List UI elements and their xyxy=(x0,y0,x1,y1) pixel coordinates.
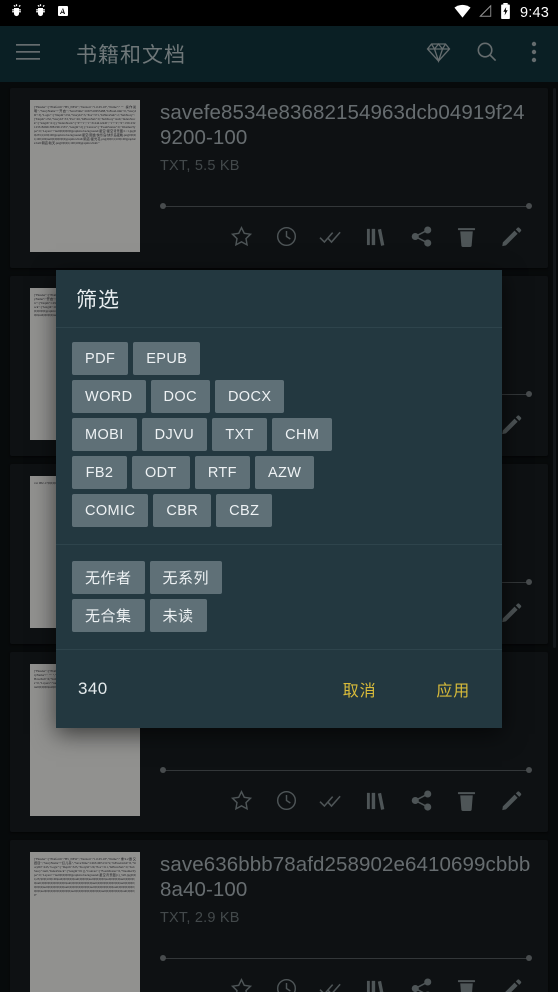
filter-chip-comic[interactable]: COMIC xyxy=(72,494,149,527)
filter-dialog: 筛选 PDF EPUB WORD DOC DOCX MOBI DJVU TXT … xyxy=(56,270,502,728)
filter-chip-azw[interactable]: AZW xyxy=(254,456,315,489)
filter-chip-mobi[interactable]: MOBI xyxy=(72,418,137,451)
filter-chip-rtf[interactable]: RTF xyxy=(194,456,250,489)
format-filter-section: PDF EPUB WORD DOC DOCX MOBI DJVU TXT CHM… xyxy=(56,328,502,545)
bug-icon xyxy=(9,3,24,23)
app-screen: 9:43 书籍和文档 ["Header":{"Platform":"H5_NEW… xyxy=(0,0,558,992)
format-row: COMIC CBR CBZ xyxy=(72,494,486,527)
filter-chip-unread[interactable]: 未读 xyxy=(149,599,207,632)
filter-chip-docx[interactable]: DOCX xyxy=(214,380,285,413)
wifi-icon xyxy=(454,4,471,23)
status-bar-system: 9:43 xyxy=(454,2,549,24)
filter-chip-pdf[interactable]: PDF xyxy=(72,342,129,375)
filter-chip-fb2[interactable]: FB2 xyxy=(72,456,127,489)
filter-chip-cbz[interactable]: CBZ xyxy=(216,494,273,527)
status-bar-clock: 9:43 xyxy=(519,5,549,21)
format-row: MOBI DJVU TXT CHM xyxy=(72,418,486,451)
filter-chip-cbr[interactable]: CBR xyxy=(153,494,212,527)
dialog-header: 筛选 xyxy=(56,270,502,328)
dialog-footer: 340 取消 应用 xyxy=(56,650,502,728)
format-row: PDF EPUB xyxy=(72,342,486,375)
a-box-icon xyxy=(57,4,69,22)
filter-chip-djvu[interactable]: DJVU xyxy=(141,418,208,451)
apply-button[interactable]: 应用 xyxy=(436,677,470,701)
filter-chip-doc[interactable]: DOC xyxy=(150,380,210,413)
flag-filter-section: 无作者 无系列 无合集 未读 xyxy=(56,545,502,650)
filter-chip-epub[interactable]: EPUB xyxy=(133,342,201,375)
filter-chip-txt[interactable]: TXT xyxy=(212,418,268,451)
cancel-button[interactable]: 取消 xyxy=(343,677,377,701)
format-row: FB2 ODT RTF AZW xyxy=(72,456,486,489)
filter-chip-no-author[interactable]: 无作者 xyxy=(72,561,145,594)
filter-chip-no-series[interactable]: 无系列 xyxy=(149,561,223,594)
filter-chip-no-collection[interactable]: 无合集 xyxy=(72,599,145,632)
filter-chip-word[interactable]: WORD xyxy=(72,380,146,413)
result-count: 340 xyxy=(78,679,108,698)
status-bar: 9:43 xyxy=(0,0,558,26)
format-row: WORD DOC DOCX xyxy=(72,380,486,413)
flag-row: 无合集 未读 xyxy=(72,599,486,632)
filter-chip-odt[interactable]: ODT xyxy=(132,456,190,489)
battery-charging-icon xyxy=(500,2,511,24)
filter-chip-chm[interactable]: CHM xyxy=(272,418,333,451)
dialog-buttons: 取消 应用 xyxy=(343,677,480,701)
status-bar-notifications xyxy=(9,3,69,23)
bug-icon xyxy=(33,3,48,23)
flag-row: 无作者 无系列 xyxy=(72,561,486,594)
dialog-title: 筛选 xyxy=(76,288,120,312)
signal-off-icon xyxy=(478,4,493,23)
